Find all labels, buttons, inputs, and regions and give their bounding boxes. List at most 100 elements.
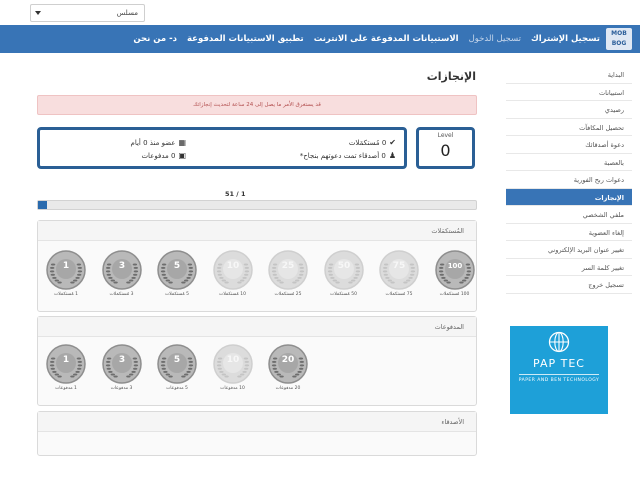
achievement-badge[interactable]: 75 75 مُستكمَلات xyxy=(377,249,421,297)
medal-icon: 10 xyxy=(212,344,253,384)
achievement-badge[interactable]: 3 3 مدفوعات xyxy=(100,343,144,391)
achievement-badge[interactable]: 10 10 مُستكمَلات xyxy=(211,249,255,297)
navbar: MOB BOG تسجيل الإشتراك تسجيل الدخول الاستب… xyxy=(0,25,640,53)
badge-label: 3 مدفوعات xyxy=(110,386,133,391)
badge-label: 100 مُستكمَلات xyxy=(439,292,470,297)
achievement-badge[interactable]: 10 10 مدفوعات xyxy=(211,343,255,391)
chevron-down-icon xyxy=(35,11,41,15)
svg-text:5: 5 xyxy=(174,355,180,365)
badge-label: 10 مدفوعات xyxy=(220,386,245,391)
medal-icon: 75 xyxy=(379,250,419,290)
page-title: الإنجازات xyxy=(426,70,476,83)
nav-item-1[interactable]: تسجيل الدخول xyxy=(469,34,521,44)
svg-text:3: 3 xyxy=(118,261,124,271)
stats-box: ✔0 مُستكمَلات ♟0 أصدقاء تمت دعوتهم بنجاح… xyxy=(37,127,407,169)
medal-icon: 3 xyxy=(101,250,142,290)
globe-icon xyxy=(548,331,570,353)
sidebar-item-8[interactable]: ملفي الشخصي xyxy=(506,206,632,224)
section-title: الأصدقاء xyxy=(38,412,476,432)
nav-item-4[interactable]: د- من نحن xyxy=(133,34,177,44)
level-label: Level xyxy=(437,132,454,139)
medal-icon: 5 xyxy=(157,250,197,290)
section-0: المُستكمَلات 1 1 مُستكمَلات 3 3 مُستكمَلات 5 5… xyxy=(37,220,477,312)
level-value: 0 xyxy=(440,141,451,160)
sidebar-item-11[interactable]: تغيير كلمة السر xyxy=(506,259,632,276)
stat-completed: ✔0 مُستكمَلات xyxy=(349,138,396,147)
medal-icon: 25 xyxy=(268,250,308,290)
sidebar-item-5[interactable]: بالعصبة xyxy=(506,154,632,171)
nav-item-2[interactable]: الاستبيانات المدفوعة على الانترنت xyxy=(314,34,459,44)
badge-label: 20 مدفوعات xyxy=(275,386,301,391)
sidebar-item-10[interactable]: تغيير عنوان البريد الإلكتروني xyxy=(506,241,632,259)
sidebar-item-1[interactable]: استبيانات xyxy=(506,84,632,101)
achievement-badge[interactable]: 5 5 مُستكمَلات xyxy=(155,249,199,297)
stat-member-since-text: عضو منذ 0 أيام xyxy=(130,139,176,147)
medal-icon: 1 xyxy=(46,250,86,290)
ad-subtitle: PAPER AND BEN TECHNOLOGY xyxy=(518,378,600,383)
cart-icon: ▣ xyxy=(178,151,186,160)
achievement-badge[interactable]: 50 50 مُستكمَلات xyxy=(322,249,366,297)
medal-icon: 3 xyxy=(101,344,142,384)
svg-text:5: 5 xyxy=(174,261,180,271)
sidebar-item-4[interactable]: دعوة أصدقائك xyxy=(506,136,632,154)
badge-label: 25 مُستكمَلات xyxy=(274,292,302,297)
badge-label: 1 مُستكمَلات xyxy=(53,292,79,297)
top-bar: مسلس xyxy=(0,0,640,25)
svg-text:20: 20 xyxy=(282,355,295,365)
medal-icon: 1 xyxy=(46,344,86,384)
achievement-badge[interactable]: 20 20 مدفوعات xyxy=(266,343,310,391)
section-1: المدفوعات 1 1 مدفوعات 3 3 مدفوعات 5 5 مدفوعات 1… xyxy=(37,316,477,406)
achievement-badge[interactable]: 1 1 مدفوعات xyxy=(44,343,88,391)
sidebar-item-2[interactable]: رصيدي xyxy=(506,101,632,119)
nav-menu: تسجيل الإشتراك تسجيل الدخول الاستبيانات ال… xyxy=(133,25,600,53)
badge-label: 50 مُستكمَلات xyxy=(330,292,357,297)
medal-icon: 20 xyxy=(268,344,308,384)
svg-text:50: 50 xyxy=(337,261,350,271)
badge-label: 5 مُستكمَلات xyxy=(164,292,190,297)
achievement-badge[interactable]: 3 3 مُستكمَلات xyxy=(100,249,144,297)
language-select-value: مسلس xyxy=(116,9,138,17)
sidebar-item-3[interactable]: تحصيل المكافآت xyxy=(506,119,632,136)
stat-payouts-text: 0 مدفوعات xyxy=(141,152,176,160)
sidebar-item-0[interactable]: البداية xyxy=(506,66,632,84)
badge-label: 1 مدفوعات xyxy=(55,386,77,391)
checkmark-icon: ✔ xyxy=(389,138,396,147)
badge-label: 3 مُستكمَلات xyxy=(109,292,134,297)
sidebar-item-9[interactable]: إلغاء العضوية xyxy=(506,224,632,241)
stat-member-since: ▦عضو منذ 0 أيام xyxy=(131,138,186,147)
logo[interactable]: MOB BOG xyxy=(606,28,632,50)
stat-friends-text: 0 أصدقاء تمت دعوتهم بنجاح* xyxy=(299,152,386,160)
achievement-badge[interactable]: 25 25 مُستكمَلات xyxy=(266,249,310,297)
svg-text:75: 75 xyxy=(393,261,406,271)
language-select[interactable]: مسلس xyxy=(30,4,145,22)
stat-completed-text: 0 مُستكمَلات xyxy=(348,139,387,147)
svg-text:10: 10 xyxy=(226,261,239,271)
level-progress-bar xyxy=(37,200,477,210)
achievement-badge[interactable]: 5 5 مدفوعات xyxy=(155,343,199,391)
nav-item-0[interactable]: تسجيل الإشتراك xyxy=(531,34,600,44)
svg-text:100: 100 xyxy=(447,262,462,270)
logo-line-1: MOB xyxy=(611,30,627,37)
sidebar-item-6[interactable]: دعوات ربح الفورية xyxy=(506,171,632,189)
section-title: المُستكمَلات xyxy=(38,221,476,241)
progress-fill xyxy=(38,201,47,209)
section-title: المدفوعات xyxy=(38,317,476,337)
nav-item-3[interactable]: تطبيق الاستبيانات المدفوعة xyxy=(187,34,304,44)
ad-brand-name: PAP TEC xyxy=(533,357,585,370)
ad-banner[interactable]: PAP TEC PAPER AND BEN TECHNOLOGY xyxy=(510,326,608,414)
sidebar-item-12[interactable]: تسجيل خروج xyxy=(506,276,632,294)
logo-line-2: BOG xyxy=(611,40,627,47)
svg-text:1: 1 xyxy=(63,261,69,271)
medal-icon: 100 xyxy=(434,250,475,290)
achievement-badge[interactable]: 1 1 مُستكمَلات xyxy=(44,249,88,297)
achievement-badge[interactable]: 100 100 مُستكمَلات xyxy=(433,249,477,297)
badge-label: 10 مُستكمَلات xyxy=(219,292,246,297)
sidebar-item-7[interactable]: الإنجازات xyxy=(506,188,632,206)
sidebar: البداية استبيانات رصيدي تحصيل المكافآت دعوة … xyxy=(506,66,632,294)
calendar-icon: ▦ xyxy=(178,138,186,147)
svg-text:3: 3 xyxy=(118,355,124,365)
progress-label: 51 / 1 xyxy=(225,190,246,198)
user-icon: ♟ xyxy=(388,151,396,160)
medal-icon: 50 xyxy=(323,250,364,290)
svg-text:10: 10 xyxy=(226,355,239,365)
